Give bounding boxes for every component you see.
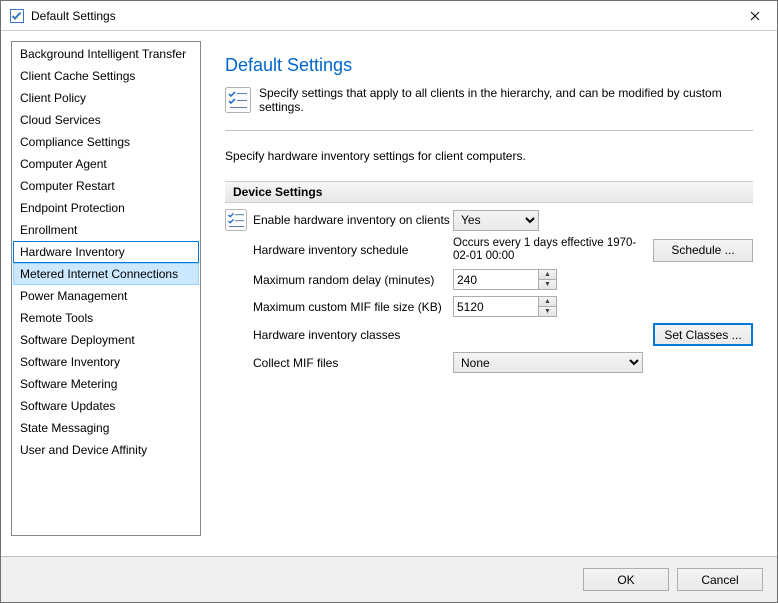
cancel-button[interactable]: Cancel <box>677 568 763 591</box>
collect-dropdown[interactable]: None <box>453 352 643 373</box>
window-title: Default Settings <box>31 9 116 23</box>
close-icon <box>750 11 760 21</box>
sidebar-item[interactable]: Client Cache Settings <box>13 65 199 87</box>
divider <box>225 130 753 131</box>
delay-label: Maximum random delay (minutes) <box>253 273 453 287</box>
collect-label: Collect MIF files <box>253 356 453 370</box>
footer: OK Cancel <box>1 556 777 602</box>
sidebar-item[interactable]: Compliance Settings <box>13 131 199 153</box>
spin-down-icon[interactable]: ▼ <box>539 307 556 316</box>
content-area: Background Intelligent TransferClient Ca… <box>1 31 777 546</box>
sidebar-item[interactable]: Background Intelligent Transfer <box>13 43 199 65</box>
window: Default Settings Background Intelligent … <box>0 0 778 603</box>
sidebar-item[interactable]: Client Policy <box>13 87 199 109</box>
sidebar-item[interactable]: Computer Agent <box>13 153 199 175</box>
sidebar-item[interactable]: Endpoint Protection <box>13 197 199 219</box>
sidebar-item[interactable]: Power Management <box>13 285 199 307</box>
page-title: Default Settings <box>225 55 753 76</box>
enable-label: Enable hardware inventory on clients <box>253 213 453 227</box>
sidebar-item[interactable]: User and Device Affinity <box>13 439 199 461</box>
mifsize-label: Maximum custom MIF file size (KB) <box>253 300 453 314</box>
sidebar-item[interactable]: State Messaging <box>13 417 199 439</box>
spin-up-icon[interactable]: ▲ <box>539 297 556 307</box>
sidebar: Background Intelligent TransferClient Ca… <box>11 41 201 536</box>
sidebar-item[interactable]: Enrollment <box>13 219 199 241</box>
sub-description: Specify hardware inventory settings for … <box>225 149 753 163</box>
mifsize-spinner[interactable]: ▲▼ <box>453 296 557 317</box>
classes-label: Hardware inventory classes <box>253 328 453 342</box>
section-heading: Device Settings <box>225 181 753 203</box>
spin-down-icon[interactable]: ▼ <box>539 280 556 289</box>
schedule-button[interactable]: Schedule ... <box>653 239 753 262</box>
main-panel: Default Settings Specify settings that a… <box>211 41 767 536</box>
close-button[interactable] <box>732 1 777 30</box>
sidebar-item[interactable]: Cloud Services <box>13 109 199 131</box>
row-icon <box>225 209 253 231</box>
sidebar-item[interactable]: Hardware Inventory <box>13 241 199 263</box>
sidebar-item[interactable]: Software Updates <box>13 395 199 417</box>
titlebar: Default Settings <box>1 1 777 31</box>
sidebar-item[interactable]: Software Deployment <box>13 329 199 351</box>
sidebar-item[interactable]: Software Metering <box>13 373 199 395</box>
enable-dropdown[interactable]: Yes <box>453 210 539 231</box>
schedule-text: Occurs every 1 days effective 1970-02-01… <box>453 237 643 263</box>
schedule-label: Hardware inventory schedule <box>253 243 453 257</box>
set-classes-button[interactable]: Set Classes ... <box>653 323 753 346</box>
spin-up-icon[interactable]: ▲ <box>539 270 556 280</box>
mifsize-input[interactable] <box>453 296 539 317</box>
app-icon <box>9 8 25 24</box>
sidebar-item[interactable]: Metered Internet Connections <box>13 263 199 285</box>
ok-button[interactable]: OK <box>583 568 669 591</box>
delay-spinner[interactable]: ▲▼ <box>453 269 557 290</box>
checklist-icon <box>225 87 251 113</box>
sidebar-item[interactable]: Software Inventory <box>13 351 199 373</box>
sidebar-item[interactable]: Computer Restart <box>13 175 199 197</box>
description-text: Specify settings that apply to all clien… <box>259 86 753 114</box>
delay-input[interactable] <box>453 269 539 290</box>
sidebar-item[interactable]: Remote Tools <box>13 307 199 329</box>
